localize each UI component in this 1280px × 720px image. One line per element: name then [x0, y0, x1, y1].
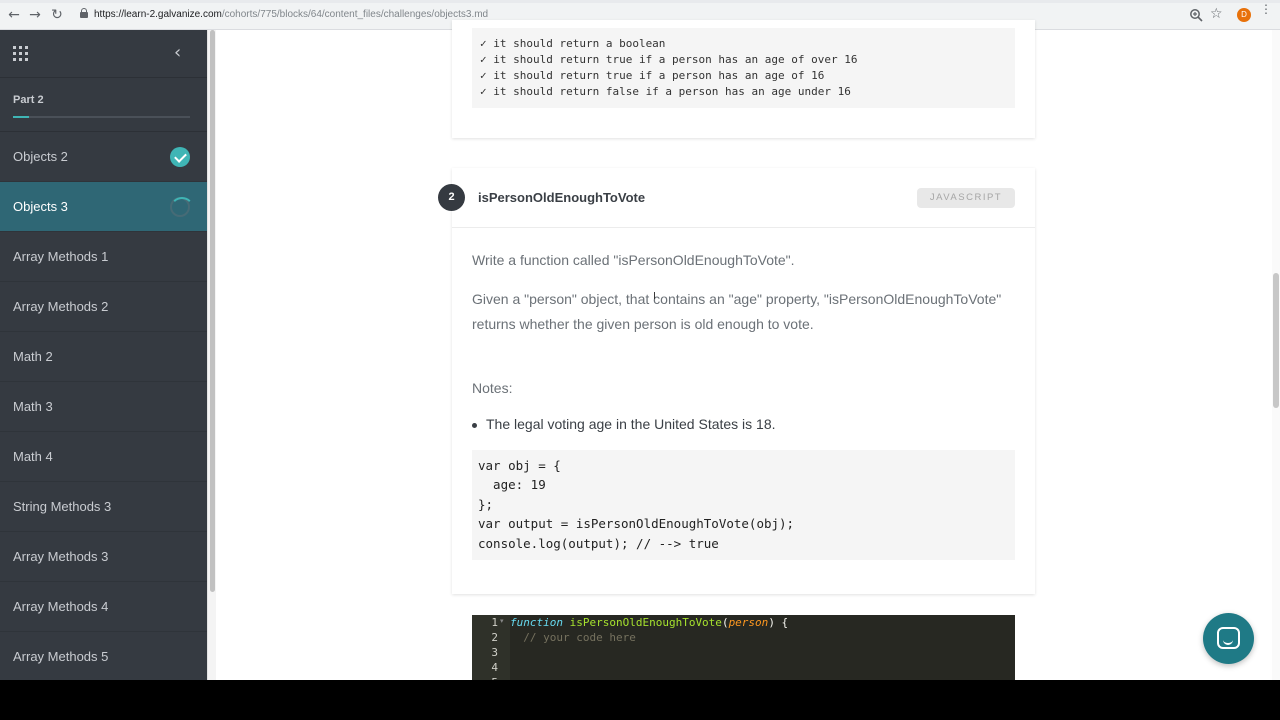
sidebar-item-array-methods-2[interactable]: Array Methods 2	[0, 282, 207, 332]
code-editor[interactable]: 1 2 3 4 5 ▾ function isPersonOldEnoughTo…	[472, 615, 1015, 680]
sidebar-top-bar: ‹	[0, 30, 207, 78]
test-result-line: ✓ it should return true if a person has …	[480, 69, 825, 82]
sidebar-item-objects-2[interactable]: Objects 2	[0, 132, 207, 182]
sidebar-item-math-2[interactable]: Math 2	[0, 332, 207, 382]
bookmark-star-icon[interactable]: ☆	[1210, 6, 1223, 22]
test-results-card: ✓ it should return a boolean ✓ it should…	[452, 20, 1035, 138]
lock-icon	[80, 8, 88, 18]
chat-launcher-button[interactable]	[1203, 613, 1254, 664]
sidebar-item-label: Array Methods 4	[13, 599, 109, 614]
function-name: isPersonOldEnoughToVote	[569, 616, 722, 629]
note-bullet: The legal voting age in the United State…	[472, 416, 776, 432]
sidebar-item-array-methods-5[interactable]: Array Methods 5	[0, 632, 207, 680]
editor-line-2[interactable]: // your code here	[510, 630, 636, 645]
editor-gutter: 1 2 3 4 5 ▾	[472, 615, 510, 680]
code-line: };	[478, 496, 494, 512]
zoom-icon[interactable]	[1189, 8, 1203, 22]
part-title: Part 2	[13, 94, 44, 106]
url-host: https://learn-2.galvanize.com	[94, 9, 222, 20]
line-number: 1	[491, 616, 498, 629]
url-path: /cohorts/775/blocks/64/content_files/cha…	[221, 9, 489, 20]
code-line: var obj = {	[478, 458, 561, 473]
sidebar-item-label: Math 2	[13, 349, 53, 364]
fold-arrow-icon[interactable]: ▾	[500, 617, 504, 625]
browser-accent-strip	[0, 0, 1280, 3]
challenge-title: isPersonOldEnoughToVote	[478, 190, 646, 205]
line-number: 3	[491, 646, 498, 659]
sidebar-item-objects-3[interactable]: Objects 3	[0, 182, 207, 232]
sidebar-scroll-thumb[interactable]	[210, 30, 215, 592]
keyword: function	[510, 616, 563, 629]
line-number: 4	[491, 661, 498, 674]
profile-avatar[interactable]: D	[1237, 8, 1251, 22]
back-icon[interactable]: ←	[6, 7, 22, 23]
line-number: 2	[491, 631, 498, 644]
part-header: Part 2	[0, 78, 207, 132]
challenge-card: 2 isPersonOldEnoughToVote JAVASCRIPT Wri…	[438, 168, 1035, 594]
apps-grid-icon[interactable]	[13, 46, 28, 61]
sidebar-item-math-3[interactable]: Math 3	[0, 382, 207, 432]
sidebar-item-array-methods-1[interactable]: Array Methods 1	[0, 232, 207, 282]
test-result-line: ✓ it should return false if a person has…	[480, 85, 851, 98]
code-line: console.log(output); // --> true	[478, 535, 719, 551]
sidebar-item-array-methods-4[interactable]: Array Methods 4	[0, 582, 207, 632]
test-results: ✓ it should return a boolean ✓ it should…	[472, 28, 1015, 108]
collapse-sidebar-icon[interactable]: ‹	[174, 42, 181, 63]
sidebar-item-math-4[interactable]: Math 4	[0, 432, 207, 482]
sidebar-item-label: String Methods 3	[13, 499, 112, 514]
browser-menu-icon[interactable]: ⋮	[1260, 3, 1272, 15]
sidebar-scrollbar[interactable]	[207, 30, 216, 680]
main-scrollbar[interactable]	[1272, 30, 1280, 680]
editor-line-1[interactable]: function isPersonOldEnoughToVote(person)…	[510, 615, 788, 630]
sidebar-item-label: Array Methods 5	[13, 649, 109, 664]
complete-check-icon	[170, 147, 190, 167]
sidebar-item-label: Array Methods 2	[13, 299, 109, 314]
reload-icon[interactable]: ↻	[49, 7, 65, 23]
code-line: age: 19	[478, 477, 546, 493]
notes-label: Notes:	[472, 380, 513, 396]
sidebar-item-array-methods-3[interactable]: Array Methods 3	[0, 532, 207, 582]
challenge-header: 2 isPersonOldEnoughToVote JAVASCRIPT	[438, 168, 1035, 228]
sidebar-item-label: Objects 2	[13, 149, 68, 164]
sidebar: ‹ Part 2 Objects 2 Objects 3 Array Metho…	[0, 30, 207, 680]
test-result-line: ✓ it should return a boolean	[480, 37, 666, 50]
forward-icon[interactable]: →	[27, 7, 43, 23]
language-badge: JAVASCRIPT	[917, 188, 1015, 208]
challenge-number-badge: 2	[438, 184, 465, 211]
sidebar-item-label: Array Methods 3	[13, 549, 109, 564]
sidebar-item-label: Array Methods 1	[13, 249, 109, 264]
sidebar-item-label: Math 3	[13, 399, 53, 414]
sidebar-item-label: Math 4	[13, 449, 53, 464]
text-cursor-icon: I	[653, 291, 656, 302]
url-text[interactable]: https://learn-2.galvanize.com/cohorts/77…	[94, 9, 488, 20]
app-viewport: ← → ↻ https://learn-2.galvanize.com/coho…	[0, 0, 1280, 680]
test-result-line: ✓ it should return true if a person has …	[480, 53, 858, 66]
main-content: ✓ it should return a boolean ✓ it should…	[216, 20, 1272, 680]
part-progress-bar	[13, 116, 190, 118]
main-scroll-thumb[interactable]	[1273, 273, 1279, 408]
code-line: var output = isPersonOldEnoughToVote(obj…	[478, 516, 795, 532]
part-progress-fill	[13, 116, 29, 118]
challenge-intro: Write a function called "isPersonOldEnou…	[472, 252, 795, 268]
example-code-block: var obj = { age: 19 }; var output = isPe…	[472, 450, 1015, 560]
challenge-description: Given a "person" object, that contains a…	[472, 291, 1002, 332]
in-progress-ring-icon	[170, 197, 194, 217]
parameter: person	[728, 616, 769, 629]
sidebar-item-label: Objects 3	[13, 199, 68, 214]
chat-bubble-icon	[1217, 627, 1240, 649]
line-number: 5	[472, 675, 498, 680]
sidebar-item-string-methods-3[interactable]: String Methods 3	[0, 482, 207, 532]
